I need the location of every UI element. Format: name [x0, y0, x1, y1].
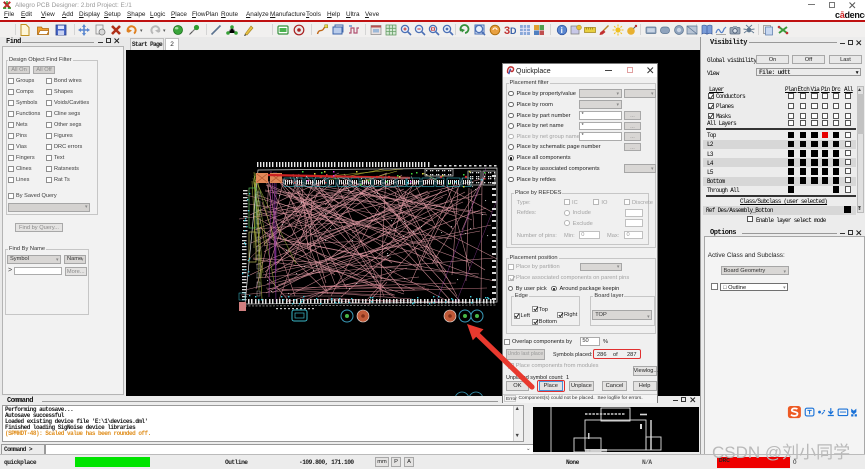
svg-text:i: i [561, 26, 563, 35]
svg-text:D: D [510, 26, 516, 36]
svg-text:●●: ●● [585, 448, 591, 453]
